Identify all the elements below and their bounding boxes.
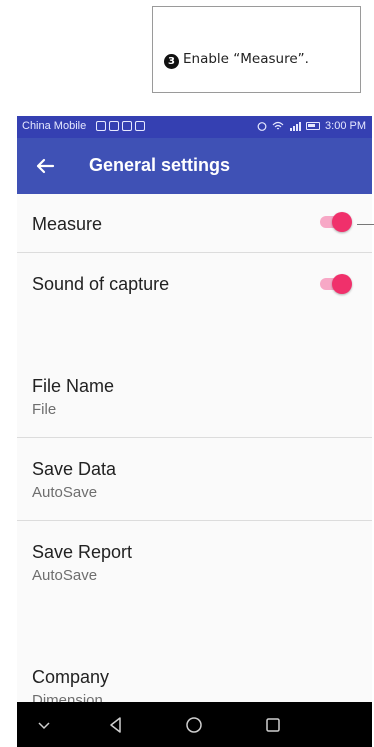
callout-leader-line: [357, 224, 374, 225]
setting-label-file-name: File Name: [32, 376, 115, 396]
status-icons: 3:00 PM: [257, 120, 366, 132]
status-time: 3:00 PM: [325, 120, 366, 132]
callout-text: Enable “Measure”.: [183, 51, 309, 67]
setting-label-company: Company: [32, 667, 110, 687]
callout-box: 3 Enable “Measure”.: [152, 6, 361, 93]
notification-icon: [135, 121, 145, 131]
notification-icon: [122, 121, 132, 131]
status-bar: China Mobile 3:00 PM: [17, 116, 372, 138]
setting-row-company[interactable]: Company Dimension: [17, 641, 372, 702]
setting-row-save-report[interactable]: Save Report AutoSave: [17, 521, 372, 603]
measure-toggle[interactable]: [318, 212, 352, 232]
nav-back-button[interactable]: [104, 713, 128, 737]
sound-of-capture-toggle[interactable]: [318, 274, 352, 294]
callout-text-line: 3 Enable “Measure”.: [164, 51, 309, 69]
back-button[interactable]: [31, 152, 59, 180]
square-recents-icon: [266, 718, 280, 732]
toggle-thumb: [332, 212, 352, 232]
toggle-thumb: [332, 274, 352, 294]
page-title: General settings: [89, 155, 231, 175]
setting-value-save-report: AutoSave: [32, 567, 98, 584]
nav-recents-button[interactable]: [261, 713, 285, 737]
setting-label-sound-of-capture: Sound of capture: [32, 274, 170, 294]
navigation-bar: [17, 702, 372, 747]
setting-row-file-name[interactable]: File Name File: [17, 356, 372, 436]
signal-icon: [290, 122, 302, 131]
setting-value-company: Dimension: [32, 692, 103, 702]
notification-icon: [96, 121, 106, 131]
app-bar: General settings: [17, 138, 372, 194]
setting-row-sound-of-capture[interactable]: Sound of capture: [17, 253, 372, 311]
alarm-icon: [257, 122, 267, 131]
callout-number-badge: 3: [164, 54, 179, 69]
notification-icons: [96, 121, 145, 131]
carrier-label: China Mobile: [22, 120, 87, 132]
setting-row-save-data[interactable]: Save Data AutoSave: [17, 438, 372, 520]
setting-label-measure: Measure: [32, 214, 103, 234]
setting-value-file-name: File: [32, 401, 57, 418]
notification-icon: [109, 121, 119, 131]
setting-row-measure[interactable]: Measure: [17, 194, 372, 252]
setting-value-save-data: AutoSave: [32, 484, 98, 501]
nav-home-button[interactable]: [182, 713, 206, 737]
phone-screen: China Mobile 3:00 PM General settings Me…: [17, 116, 372, 747]
arrow-left-icon: [36, 158, 55, 174]
battery-icon: [306, 122, 321, 130]
triangle-back-icon: [110, 717, 121, 733]
setting-label-save-data: Save Data: [32, 459, 117, 479]
chevron-down-icon: [38, 722, 50, 730]
circle-home-icon: [186, 717, 202, 733]
hide-nav-button[interactable]: [32, 713, 56, 737]
wifi-icon: [272, 121, 284, 130]
setting-label-save-report: Save Report: [32, 542, 133, 562]
